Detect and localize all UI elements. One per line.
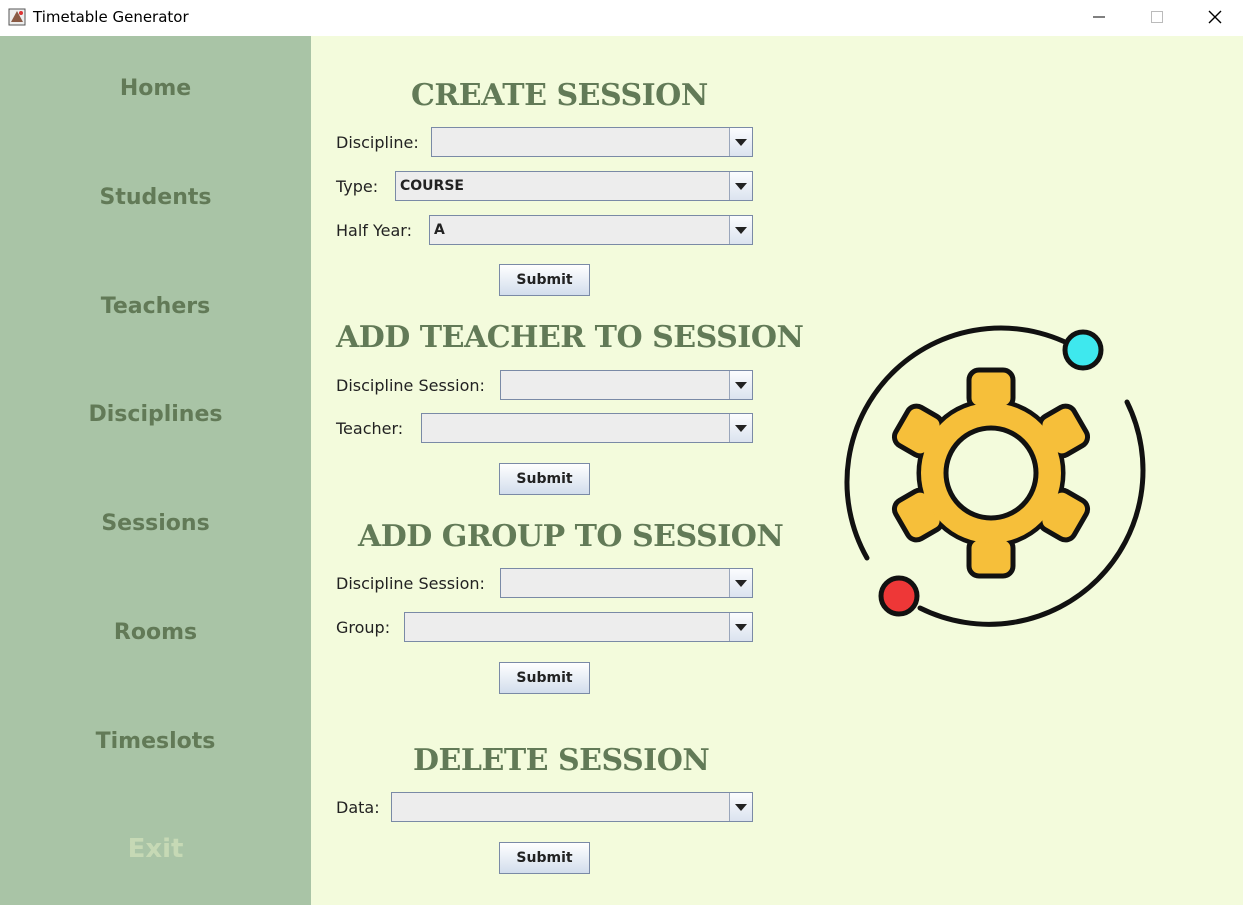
- delete-session-title: DELETE SESSION: [413, 743, 710, 778]
- group-discipline-session-arrow[interactable]: [729, 569, 752, 597]
- group-combo-arrow[interactable]: [729, 613, 752, 641]
- chevron-down-icon: [735, 226, 747, 234]
- chevron-down-icon: [735, 138, 747, 146]
- type-combo-value: COURSE: [400, 178, 464, 194]
- chevron-down-icon: [735, 424, 747, 432]
- half-year-combo-value: A: [434, 222, 445, 238]
- create-session-submit-button[interactable]: Submit: [499, 264, 590, 296]
- maximize-icon: [1151, 11, 1163, 23]
- window-title-bar: Timetable Generator: [0, 0, 1243, 36]
- type-label: Type:: [336, 177, 379, 196]
- chevron-down-icon: [735, 803, 747, 811]
- group-label: Group:: [336, 618, 391, 637]
- sidebar-item-teachers[interactable]: Teachers: [0, 294, 311, 319]
- sidebar-item-sessions[interactable]: Sessions: [0, 511, 311, 536]
- discipline-combo-arrow[interactable]: [729, 128, 752, 156]
- chevron-down-icon: [735, 381, 747, 389]
- sidebar-item-home[interactable]: Home: [0, 76, 311, 101]
- sessions-panel: CREATE SESSION Discipline: Type: COURSE …: [311, 36, 1243, 905]
- type-combo[interactable]: COURSE: [395, 171, 753, 201]
- minimize-button[interactable]: [1070, 0, 1128, 34]
- group-discipline-session-label: Discipline Session:: [336, 574, 485, 593]
- discipline-combo[interactable]: [431, 127, 753, 157]
- sidebar-nav: Home Students Teachers Disciplines Sessi…: [0, 36, 311, 905]
- teacher-discipline-session-label: Discipline Session:: [336, 376, 485, 395]
- discipline-label: Discipline:: [336, 133, 419, 152]
- half-year-combo[interactable]: A: [429, 215, 753, 245]
- half-year-combo-arrow[interactable]: [729, 216, 752, 244]
- window-title: Timetable Generator: [33, 8, 189, 26]
- sidebar-item-students[interactable]: Students: [0, 185, 311, 210]
- half-year-label: Half Year:: [336, 221, 412, 240]
- delete-session-submit-button[interactable]: Submit: [499, 842, 590, 874]
- chevron-down-icon: [735, 182, 747, 190]
- teacher-combo[interactable]: [421, 413, 753, 443]
- group-combo[interactable]: [404, 612, 753, 642]
- close-icon: [1208, 10, 1222, 24]
- data-combo[interactable]: [391, 792, 753, 822]
- sidebar-item-timeslots[interactable]: Timeslots: [0, 729, 311, 754]
- group-discipline-session-combo[interactable]: [500, 568, 753, 598]
- add-group-submit-button[interactable]: Submit: [499, 662, 590, 694]
- teacher-label: Teacher:: [336, 419, 404, 438]
- gear-orbit-icon: [844, 325, 1146, 627]
- sidebar-item-exit[interactable]: Exit: [0, 834, 311, 864]
- close-button[interactable]: [1186, 0, 1243, 34]
- data-label: Data:: [336, 798, 380, 817]
- sidebar-item-disciplines[interactable]: Disciplines: [0, 402, 311, 427]
- teacher-discipline-session-combo[interactable]: [500, 370, 753, 400]
- chevron-down-icon: [735, 623, 747, 631]
- minimize-icon: [1093, 16, 1105, 18]
- teacher-discipline-session-arrow[interactable]: [729, 371, 752, 399]
- type-combo-arrow[interactable]: [729, 172, 752, 200]
- add-group-title: ADD GROUP TO SESSION: [358, 519, 784, 554]
- create-session-title: CREATE SESSION: [411, 78, 708, 113]
- add-teacher-submit-button[interactable]: Submit: [499, 463, 590, 495]
- chevron-down-icon: [735, 579, 747, 587]
- app-icon: [8, 8, 26, 26]
- add-teacher-title: ADD TEACHER TO SESSION: [336, 320, 804, 355]
- sidebar-item-rooms[interactable]: Rooms: [0, 620, 311, 645]
- maximize-button[interactable]: [1128, 0, 1186, 34]
- teacher-combo-arrow[interactable]: [729, 414, 752, 442]
- data-combo-arrow[interactable]: [729, 793, 752, 821]
